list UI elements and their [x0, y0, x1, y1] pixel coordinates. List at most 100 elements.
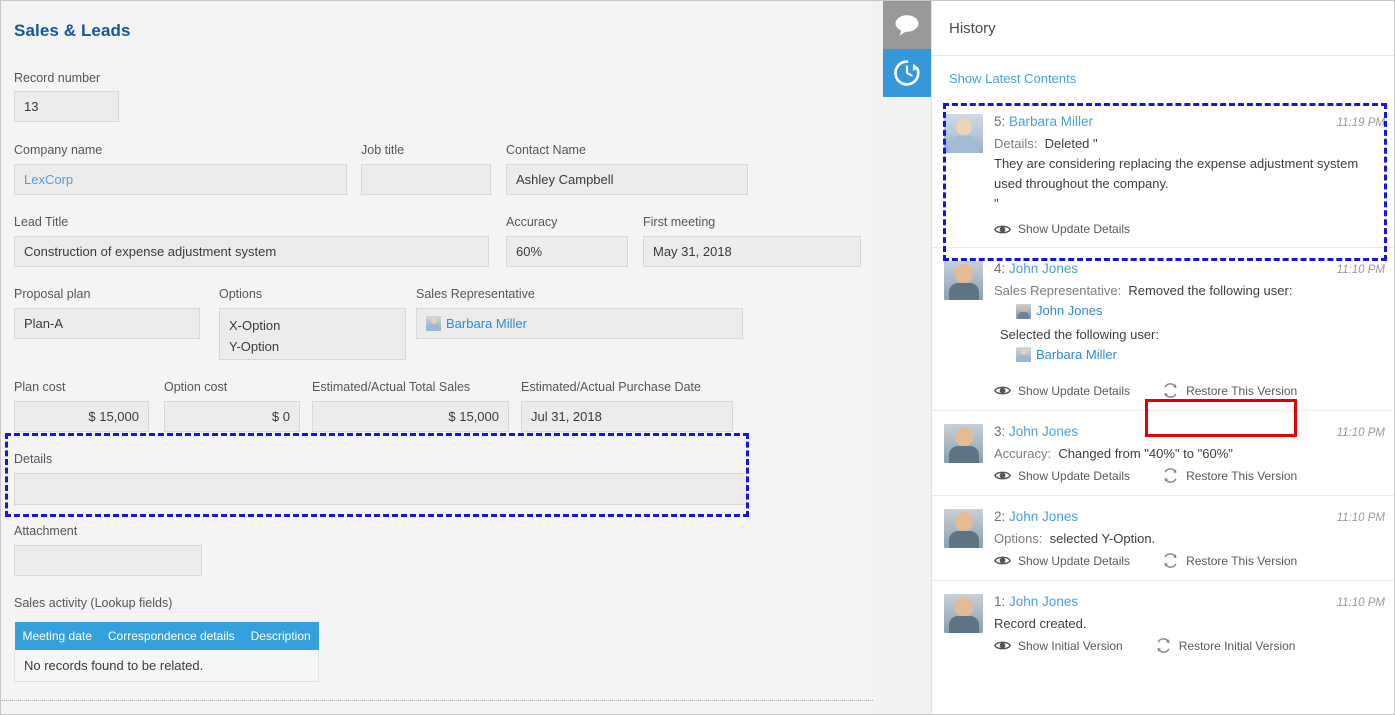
speech-bubble-icon — [894, 14, 920, 36]
label-total-sales: Estimated/Actual Total Sales — [312, 380, 470, 394]
input-contact-name[interactable]: Ashley Campbell — [506, 164, 748, 195]
show-initial-version-button[interactable]: Show Initial Version — [994, 639, 1123, 653]
show-update-details-button[interactable]: Show Update Details — [994, 469, 1130, 483]
label-attachment: Attachment — [14, 524, 77, 538]
input-accuracy[interactable]: 60% — [506, 236, 628, 267]
history-subbar: Show Latest Contents — [932, 56, 1395, 101]
show-latest-contents-link[interactable]: Show Latest Contents — [949, 71, 1076, 86]
entry-user-link[interactable]: Barbara Miller — [1009, 114, 1093, 129]
action-label: Restore This Version — [1186, 384, 1297, 398]
option-value-2: Y-Option — [229, 336, 396, 357]
entry-detail: Options: selected Y-Option. — [994, 529, 1385, 549]
avatar — [944, 424, 983, 463]
entry-actions: Show Update Details — [994, 552, 1385, 569]
selected-user-name: Barbara Miller — [1036, 345, 1117, 365]
input-record-number[interactable]: 13 — [14, 91, 119, 122]
history-entry: 5: Barbara Miller 11:19 PM Details: Dele… — [932, 101, 1395, 247]
entry-text-line-2: used throughout the company. — [994, 176, 1169, 191]
label-proposal-plan: Proposal plan — [14, 287, 90, 301]
label-accuracy: Accuracy — [506, 215, 557, 229]
avatar — [944, 114, 983, 153]
label-first-meeting: First meeting — [643, 215, 715, 229]
history-entry: 2: John Jones 11:10 PM Options: selected… — [932, 495, 1395, 580]
entry-selected-user: Barbara Miller — [994, 345, 1385, 369]
column-correspondence-details[interactable]: Correspondence details — [100, 622, 243, 650]
record-form-panel: Sales & Leads Record number 13 Company n… — [1, 1, 873, 714]
avatar — [944, 509, 983, 548]
entry-change: Deleted " — [1045, 136, 1098, 151]
entry-removed-user: John Jones — [994, 301, 1385, 325]
history-title: History — [949, 20, 996, 37]
action-label: Show Update Details — [1018, 222, 1130, 236]
label-option-cost: Option cost — [164, 380, 227, 394]
action-label: Restore Initial Version — [1179, 639, 1296, 653]
empty-message: No records found to be related. — [15, 650, 319, 682]
user-avatar-icon — [426, 316, 441, 331]
entry-text-line-3: " — [994, 196, 999, 211]
entry-field-name: Accuracy: — [994, 446, 1051, 461]
sales-rep-user-chip[interactable]: Barbara Miller — [426, 316, 527, 331]
action-label: Show Initial Version — [1018, 639, 1123, 653]
show-update-details-button[interactable]: Show Update Details — [994, 554, 1130, 568]
entry-selected-label: Selected the following user: — [994, 325, 1385, 345]
eye-icon — [994, 470, 1011, 481]
avatar — [944, 261, 983, 300]
entry-detail: Accuracy: Changed from "40%" to "60%" — [994, 444, 1385, 464]
removed-user-name: John Jones — [1036, 301, 1103, 321]
input-purchase-date[interactable]: Jul 31, 2018 — [521, 401, 733, 432]
entry-number: 3: — [994, 424, 1005, 439]
input-first-meeting[interactable]: May 31, 2018 — [643, 236, 861, 267]
label-details: Details — [14, 452, 52, 466]
restore-this-version-button[interactable]: Restore This Version — [1162, 552, 1297, 569]
entry-number: 1: — [994, 594, 1005, 609]
entry-user-link[interactable]: John Jones — [1009, 424, 1078, 439]
sales-rep-name: Barbara Miller — [446, 316, 527, 331]
application-window: Sales & Leads Record number 13 Company n… — [0, 0, 1395, 715]
entry-detail: Sales Representative: Removed the follow… — [994, 281, 1385, 368]
input-lead-title[interactable]: Construction of expense adjustment syste… — [14, 236, 489, 267]
restore-this-version-button[interactable]: Restore This Version — [1162, 382, 1297, 399]
input-details[interactable] — [14, 473, 747, 505]
entry-actions: Show Update Details — [994, 467, 1385, 484]
entry-user-link[interactable]: John Jones — [1009, 509, 1078, 524]
input-plan-cost[interactable]: $ 15,000 — [14, 401, 149, 432]
label-record-number: Record number — [14, 71, 100, 85]
input-total-sales[interactable]: $ 15,000 — [312, 401, 509, 432]
show-update-details-button[interactable]: Show Update Details — [994, 222, 1130, 236]
history-entry-author: 5: Barbara Miller — [994, 114, 1093, 129]
show-update-details-button[interactable]: Show Update Details — [994, 384, 1130, 398]
entry-user-link[interactable]: John Jones — [1009, 594, 1078, 609]
entry-actions: Show Initial Version — [994, 637, 1385, 654]
column-meeting-date[interactable]: Meeting date — [15, 622, 100, 650]
tab-comments[interactable] — [883, 1, 931, 49]
sales-activity-table: Meeting date Correspondence details Desc… — [14, 622, 319, 682]
user-chip[interactable]: John Jones — [1016, 301, 1103, 321]
restore-initial-version-button[interactable]: Restore Initial Version — [1155, 637, 1296, 654]
eye-icon — [994, 555, 1011, 566]
entry-user-link[interactable]: John Jones — [1009, 261, 1078, 276]
input-company-name[interactable]: LexCorp — [14, 164, 347, 195]
input-options[interactable]: X-Option Y-Option — [219, 308, 406, 360]
entry-actions: Show Update Details — [994, 382, 1385, 399]
input-option-cost[interactable]: $ 0 — [164, 401, 300, 432]
entry-field-name: Options: — [994, 531, 1042, 546]
entry-timestamp: 11:10 PM — [1337, 597, 1385, 609]
input-attachment[interactable] — [14, 545, 202, 576]
user-chip[interactable]: Barbara Miller — [1016, 345, 1117, 365]
table-header-row: Meeting date Correspondence details Desc… — [15, 622, 319, 650]
avatar — [944, 594, 983, 633]
entry-number: 5: — [994, 114, 1005, 129]
entry-change: Record created. — [994, 616, 1087, 631]
entry-field-name: Details: — [994, 136, 1037, 151]
input-sales-representative[interactable]: Barbara Miller — [416, 308, 743, 339]
table-row: No records found to be related. — [15, 650, 319, 682]
column-description[interactable]: Description — [243, 622, 319, 650]
tab-history[interactable] — [883, 49, 931, 97]
input-job-title[interactable] — [361, 164, 491, 195]
restore-this-version-button[interactable]: Restore This Version — [1162, 467, 1297, 484]
input-proposal-plan[interactable]: Plan-A — [14, 308, 200, 339]
entry-number: 4: — [994, 261, 1005, 276]
history-entry: 4: John Jones 11:10 PM Sales Representat… — [932, 247, 1395, 410]
right-side-panel: History Show Latest Contents 5: Barbara … — [873, 1, 1395, 714]
entry-detail: Record created. — [994, 614, 1385, 634]
